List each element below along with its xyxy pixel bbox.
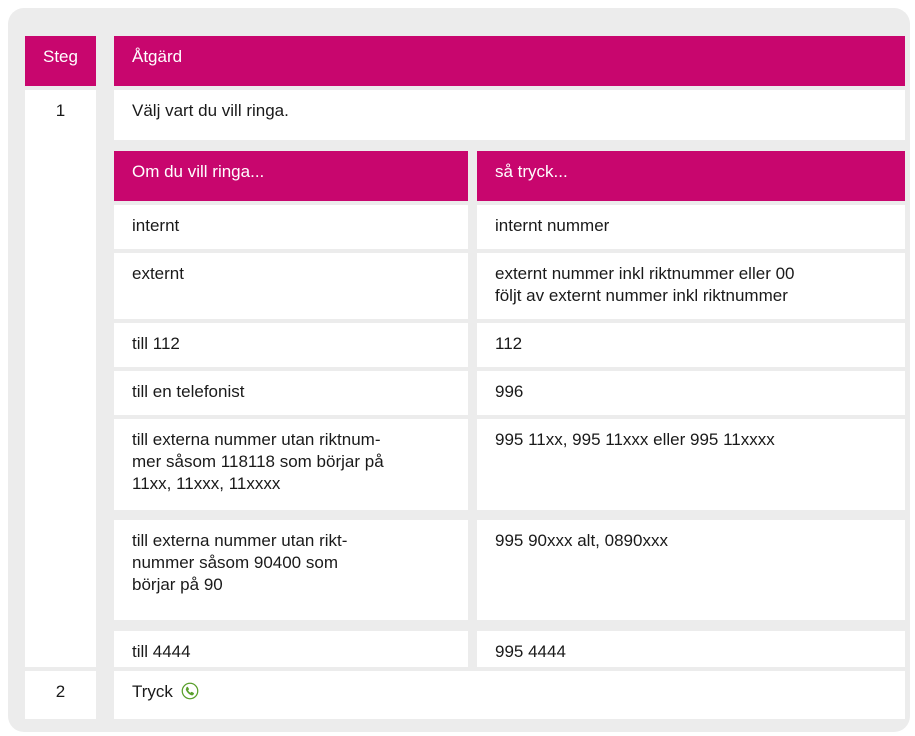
step-1-text-label: Välj vart du vill ringa. [132,101,289,120]
row-right: 995 4444 [477,631,905,667]
step-1-text: Välj vart du vill ringa. [114,90,905,140]
subheader-sa-label: så tryck... [495,162,568,181]
row-right-line: följt av externt nummer inkl riktnummer [495,286,788,305]
row-right-line: externt nummer inkl riktnummer eller 00 [495,264,795,283]
subheader-om-label: Om du vill ringa... [132,162,265,181]
row-left: externt [114,253,468,319]
row-right: externt nummer inkl riktnummer eller 00 … [477,253,905,319]
step-1-number-label: 1 [55,101,66,120]
step-2-text-label: Tryck [132,682,173,701]
row-left-line: externt [132,264,184,283]
row-left-line: till 112 [132,334,180,353]
row-left-line: 11xx, 11xxx, 11xxxx [132,474,281,493]
row-left-line: till externa nummer utan rikt- [132,531,348,550]
row-left-line: börjar på 90 [132,575,223,594]
row-right: 112 [477,323,905,367]
row-left: till externa nummer utan rikt- nummer så… [114,520,468,620]
header-steg: Steg [25,36,96,86]
row-left: till externa nummer utan riktnum- mer så… [114,419,468,510]
row-right-line: 995 4444 [495,642,566,661]
row-right: 995 90xxx alt, 0890xxx [477,520,905,620]
row-right-line: internt nummer [495,216,610,235]
row-left-line: nummer såsom 90400 som [132,553,338,572]
row-left-line: till en telefonist [132,382,245,401]
row-right: internt nummer [477,205,905,249]
row-right-line: 995 90xxx alt, 0890xxx [495,531,668,550]
header-atgard: Åtgärd [114,36,905,86]
row-left-line: mer såsom 118118 som börjar på [132,452,384,471]
row-left: till en telefonist [114,371,468,415]
step-2-number-label: 2 [55,682,66,701]
row-left-line: internt [132,216,180,235]
subheader-om: Om du vill ringa... [114,151,468,201]
header-atgard-label: Åtgärd [132,47,183,66]
phone-answer-icon [181,682,199,700]
subheader-sa: så tryck... [477,151,905,201]
step-1-number: 1 [25,90,96,667]
row-left-line: till externa nummer utan riktnum- [132,430,381,449]
row-left: till 112 [114,323,468,367]
row-right-line: 112 [495,334,523,353]
step-2-text: Tryck [114,671,905,719]
row-left: internt [114,205,468,249]
row-right: 996 [477,371,905,415]
row-right-line: 995 11xx, 995 11xxx eller 995 11xxxx [495,430,775,449]
row-left-line: till 4444 [132,642,191,661]
row-right-line: 996 [495,382,524,401]
row-right: 995 11xx, 995 11xxx eller 995 11xxxx [477,419,905,510]
row-left: till 4444 [114,631,468,667]
header-steg-label: Steg [43,47,78,66]
step-2-number: 2 [25,671,96,719]
